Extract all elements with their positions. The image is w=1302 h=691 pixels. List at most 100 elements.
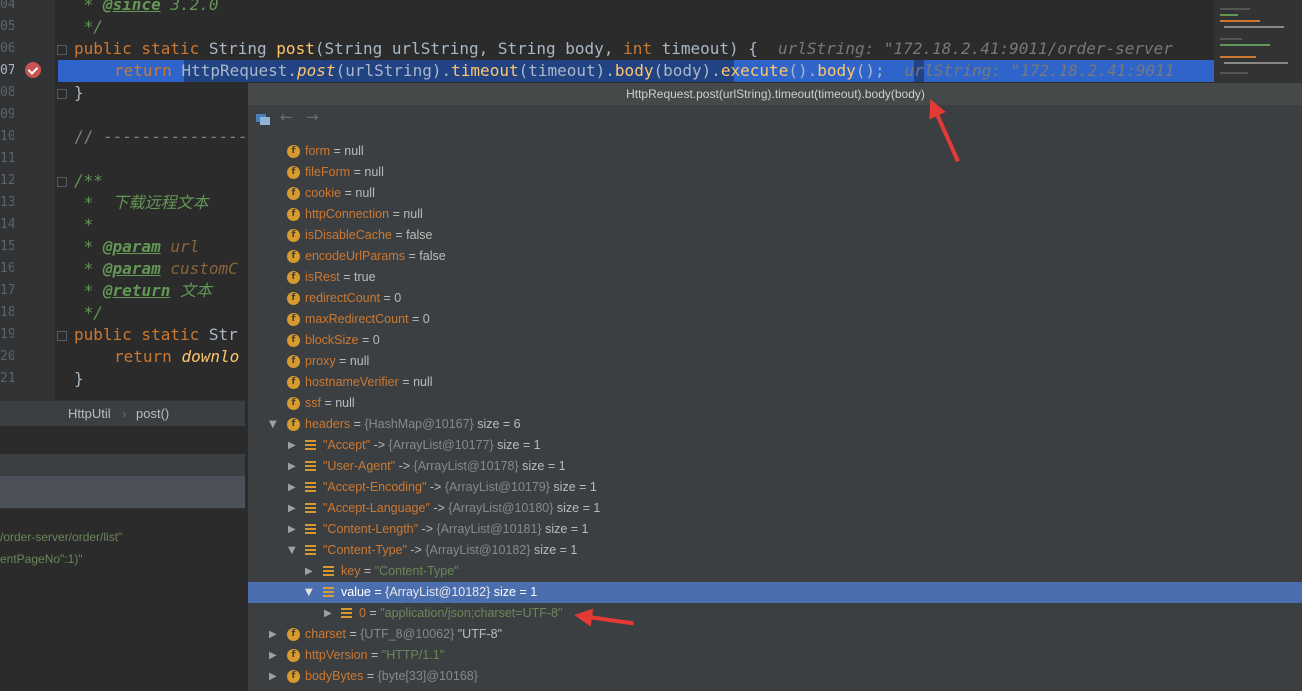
triangle-right-icon[interactable]: ▶ [269,645,279,666]
map-entry-icon [305,482,316,493]
list-item-icon [341,608,352,619]
code-text: (). [788,61,818,80]
line-number: 14 [0,217,14,232]
breadcrumb-method[interactable]: post() [136,401,169,427]
size-text: size = 6 [473,417,521,431]
tree-row-map-entry[interactable]: ▶ "Accept-Encoding" -> {ArrayList@10179}… [248,477,1302,498]
breadcrumb-class[interactable]: HttpUtil [68,401,111,427]
line-number: 09 [0,107,14,122]
triangle-right-icon[interactable]: ▶ [288,456,298,477]
line-number: 15 [0,239,14,254]
field-name: bodyBytes [305,669,364,683]
line-number: 17 [0,283,14,298]
comment-text: * [74,259,103,278]
tree-row[interactable]: f redirectCount = 0 [248,288,1302,309]
field-name: httpVersion [305,648,368,662]
triangle-right-icon[interactable]: ▶ [324,603,334,624]
object-type: {ArrayList@10181} [436,522,542,536]
tree-row-key[interactable]: ▶ key = "Content-Type" [248,561,1302,582]
tree-row[interactable]: f hostnameVerifier = null [248,372,1302,393]
triangle-down-icon[interactable]: ▼ [288,540,298,561]
tree-row-http-version[interactable]: ▶ f httpVersion = "HTTP/1.1" [248,645,1302,666]
triangle-right-icon[interactable]: ▶ [305,561,315,582]
code-text: (timeout). [518,61,615,80]
tree-row[interactable]: f httpConnection = null [248,204,1302,225]
equals-sign: = [365,606,381,620]
keyword: return [114,347,182,366]
map-entry-icon [323,566,334,577]
watch-add-icon[interactable] [256,113,270,125]
tree-row[interactable]: f isRest = true [248,267,1302,288]
fold-marker-icon[interactable] [57,45,67,55]
tree-row[interactable]: f cookie = null [248,183,1302,204]
equals-sign: = [320,396,336,410]
line-number: 16 [0,261,14,276]
line-number-gutter[interactable]: 04 05 06 07 08 09 10 11 12 13 14 15 16 1… [0,0,55,400]
minimap-line [1224,62,1288,64]
method-name: execute [720,61,789,80]
type-name: String [208,39,277,58]
line-number: 12 [0,173,14,188]
code-line-21: } [74,368,84,390]
divider [0,508,245,509]
code-text: Str [208,325,238,344]
fold-marker-icon[interactable] [57,89,67,99]
tree-row-value-selected[interactable]: ▼ value = {ArrayList@10182} size = 1 [248,582,1302,603]
forward-arrow-icon[interactable]: → [306,108,319,126]
map-arrow: -> [418,522,437,536]
tree-row[interactable]: f blockSize = 0 [248,330,1302,351]
fold-marker-icon[interactable] [57,331,67,341]
tree-row-charset[interactable]: ▶ f charset = {UTF_8@10062} "UTF-8" [248,624,1302,645]
comment-text: * 下载远程文本 [74,193,209,212]
fold-marker-icon[interactable] [57,177,67,187]
string-value: "UTF-8" [454,627,503,641]
tree-row-map-entry[interactable]: ▶ "Content-Length" -> {ArrayList@10181} … [248,519,1302,540]
tree-row-body-bytes[interactable]: ▶ f bodyBytes = {byte[33]@10168} [248,666,1302,687]
method-name: body [614,61,654,80]
size-text: size = 1 [541,522,589,536]
static-method-name: downlo [181,347,240,366]
breadcrumb-separator: › [122,406,127,421]
field-f-icon: f [287,187,300,200]
code-line-05: */ [74,16,103,38]
map-key: "User-Agent" [323,459,396,473]
method-name: post [276,39,315,58]
tree-row-list-item[interactable]: ▶ 0 = "application/json;charset=UTF-8" [248,603,1302,624]
equals-sign: = [398,375,414,389]
tree-row[interactable]: f fileForm = null [248,162,1302,183]
field-f-icon: f [287,145,300,158]
equals-sign: = [363,669,378,683]
tree-row-map-entry[interactable]: ▼ "Content-Type" -> {ArrayList@10182} si… [248,540,1302,561]
comment-text: 文本 [170,281,212,300]
triangle-down-icon[interactable]: ▼ [305,582,315,603]
tree-row[interactable]: f isDisableCache = false [248,225,1302,246]
field-value: null [403,207,423,221]
triangle-right-icon[interactable]: ▶ [269,666,279,687]
tree-row[interactable]: f ssf = null [248,393,1302,414]
tree-row[interactable]: f proxy = null [248,351,1302,372]
field-f-icon: f [287,649,300,662]
triangle-right-icon[interactable]: ▶ [288,477,298,498]
equals-sign: = [391,228,407,242]
string-value: "HTTP/1.1" [381,648,445,662]
code-text: } [74,83,84,102]
field-f-icon: f [287,292,300,305]
tree-row-map-entry[interactable]: ▶ "User-Agent" -> {ArrayList@10178} size… [248,456,1302,477]
tree-row-map-entry[interactable]: ▶ "Accept" -> {ArrayList@10177} size = 1 [248,435,1302,456]
breakpoint-check-icon[interactable] [25,62,41,78]
tree-row[interactable]: f encodeUrlParams = false [248,246,1302,267]
back-arrow-icon[interactable]: ← [280,108,293,126]
triangle-right-icon[interactable]: ▶ [288,498,298,519]
tree-row[interactable]: f form = null [248,141,1302,162]
minimap-line [1220,44,1270,46]
tree-row[interactable]: f maxRedirectCount = 0 [248,309,1302,330]
code-minimap[interactable] [1214,0,1302,90]
debug-frame-selected[interactable] [0,476,245,508]
tree-row-map-entry[interactable]: ▶ "Accept-Language" -> {ArrayList@10180}… [248,498,1302,519]
triangle-down-icon[interactable]: ▼ [269,414,279,435]
triangle-right-icon[interactable]: ▶ [269,624,279,645]
triangle-right-icon[interactable]: ▶ [288,519,298,540]
field-f-icon: f [287,334,300,347]
tree-row-headers[interactable]: ▼ f headers = {HashMap@10167} size = 6 [248,414,1302,435]
triangle-right-icon[interactable]: ▶ [288,435,298,456]
